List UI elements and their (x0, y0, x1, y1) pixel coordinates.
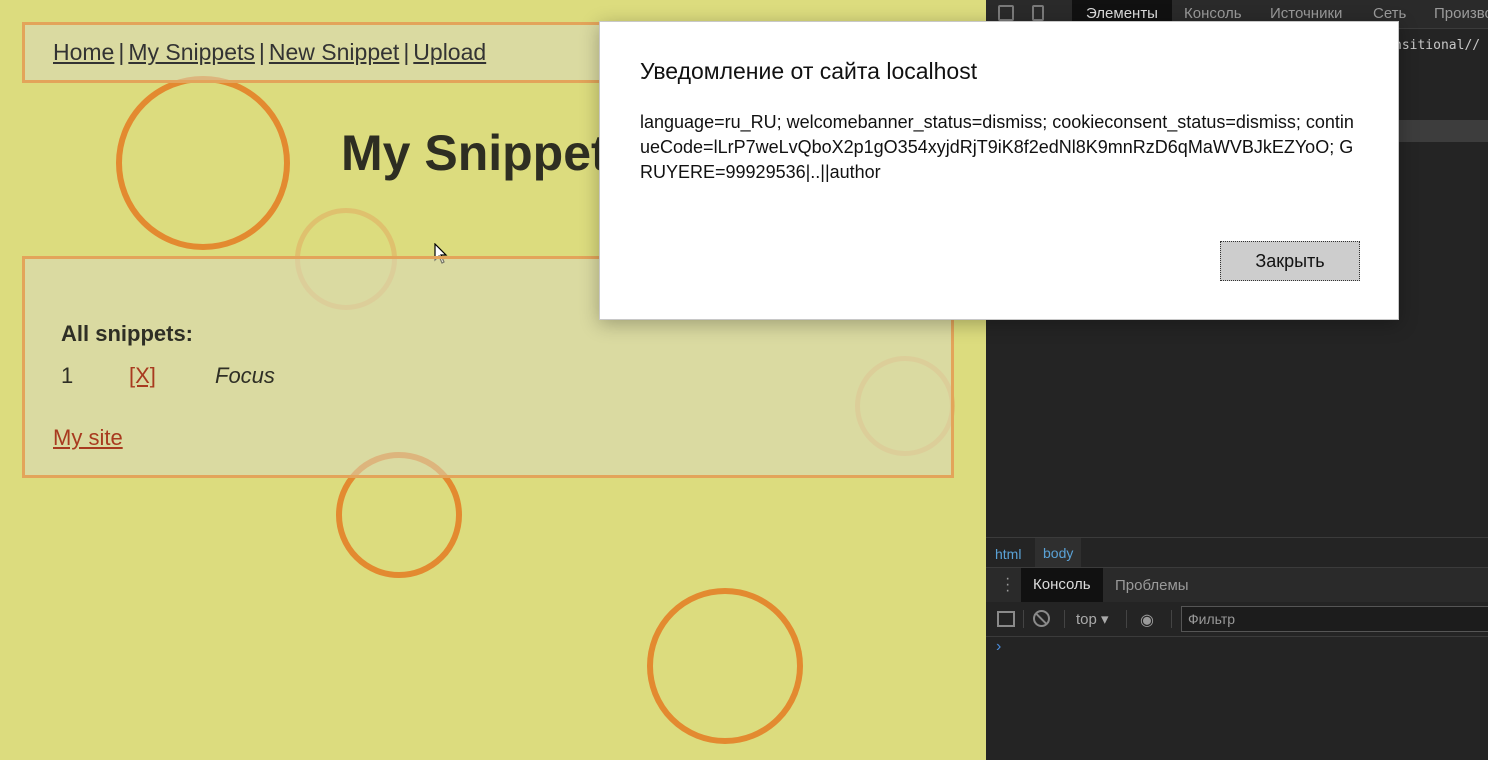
selected-dom-node[interactable] (1394, 120, 1488, 142)
nav-link-home[interactable]: Home (53, 39, 114, 65)
tab-console[interactable]: Консоль (1184, 5, 1242, 22)
tab-sources[interactable]: Источники (1270, 5, 1342, 22)
drawer-tabbar: · · · Консоль Проблемы (986, 567, 1488, 603)
context-value: top (1076, 611, 1097, 628)
delete-snippet-link[interactable]: [X] (129, 363, 156, 389)
toolbar-divider (1023, 610, 1024, 628)
alert-dialog: Уведомление от сайта localhost language=… (599, 21, 1399, 320)
toolbar-divider (1064, 610, 1065, 628)
nav-separator: | (258, 39, 265, 65)
console-prompt-icon[interactable]: › (996, 638, 1001, 656)
dom-breadcrumb: html body (986, 537, 1488, 568)
nav-separator: | (403, 39, 410, 65)
console-toolbar: top ▾ ◉ (986, 602, 1488, 637)
close-button[interactable]: Закрыть (1220, 241, 1360, 281)
snippets-heading: All snippets: (61, 321, 194, 346)
nav-links: Home | My Snippets | New Snippet | Upload (53, 39, 486, 66)
clear-console-icon[interactable] (1033, 610, 1050, 627)
toolbar-divider (1126, 610, 1127, 628)
breadcrumb-body[interactable]: body (1035, 538, 1082, 568)
device-toolbar-icon[interactable] (1032, 5, 1044, 21)
live-expression-eye-icon[interactable]: ◉ (1140, 610, 1154, 630)
nav-separator: | (118, 39, 125, 65)
breadcrumb-html[interactable]: html (995, 546, 1021, 562)
dialog-message: language=ru_RU; welcomebanner_status=dis… (640, 112, 1354, 182)
more-options-icon[interactable]: · · · (1005, 571, 1010, 599)
page-title: My Snippet (341, 125, 608, 181)
decorative-ring (647, 588, 803, 744)
snippet-number: 1 (61, 363, 74, 388)
my-site-link[interactable]: My site (53, 425, 123, 451)
dialog-title: Уведомление от сайта localhost (640, 58, 978, 84)
nav-link-new-snippet[interactable]: New Snippet (269, 39, 399, 65)
drawer-tab-issues[interactable]: Проблемы (1115, 577, 1189, 594)
inspect-element-icon[interactable] (998, 5, 1014, 21)
context-selector[interactable]: top ▾ (1076, 610, 1109, 628)
decorative-ring (116, 76, 290, 250)
tab-network[interactable]: Сеть (1373, 5, 1406, 22)
snippet-text: Focus (215, 363, 275, 388)
toolbar-divider (1171, 610, 1172, 628)
console-filter-input[interactable] (1181, 606, 1488, 632)
nav-link-my-snippets[interactable]: My Snippets (128, 39, 255, 65)
nav-link-upload[interactable]: Upload (413, 39, 486, 65)
show-sidebar-icon[interactable] (997, 611, 1015, 627)
dom-code-line[interactable]: nsitional// (1394, 38, 1480, 53)
drawer-tab-console[interactable]: Консоль (1021, 568, 1103, 602)
tab-performance[interactable]: Произво (1434, 5, 1488, 22)
dropdown-arrow-icon: ▾ (1101, 611, 1109, 628)
